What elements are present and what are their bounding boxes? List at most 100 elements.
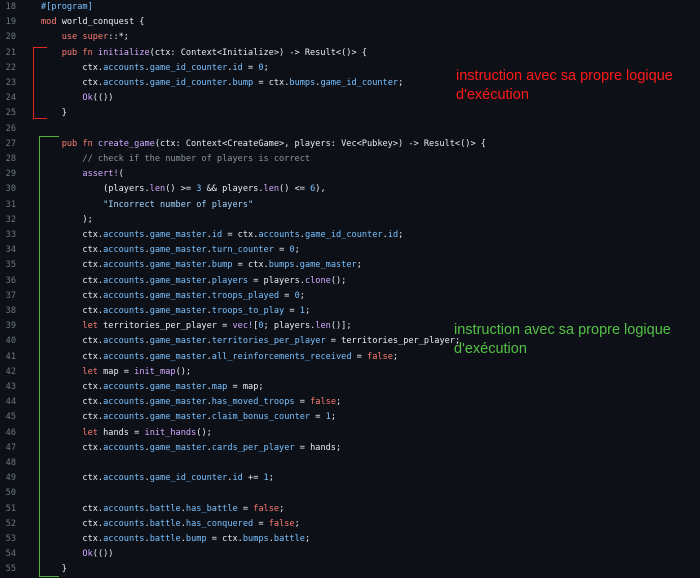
code-token: accounts — [103, 382, 145, 392]
line-number: 28 — [5, 154, 16, 164]
code-token: Ok — [82, 549, 93, 560]
code-token: map = — [103, 366, 135, 377]
code-token: accounts — [103, 397, 145, 408]
code-token: ctx. — [41, 78, 104, 88]
code-token: ; — [398, 78, 404, 88]
code-token: ; — [330, 412, 337, 423]
code-token: = — [351, 351, 368, 362]
code-token: game_id_counter — [149, 78, 228, 88]
code-token: bumps — [268, 260, 295, 271]
code-token: accounts — [258, 230, 300, 240]
line-number: 32 — [5, 214, 16, 225]
line-number: 31 — [5, 199, 16, 210]
line-number: 19 — [5, 17, 16, 28]
code-line: 31 "Incorrect number of players" — [0, 198, 700, 213]
code-text: ctx.accounts.game_master.players = playe… — [41, 274, 346, 289]
code-token: = — [294, 397, 311, 408]
code-token: let — [82, 366, 104, 377]
code-token: ; — [392, 351, 399, 362]
code-text: ctx.accounts.game_master.all_reinforceme… — [41, 350, 398, 365]
code-line: 42 let map = init_map(); — [0, 365, 700, 380]
code-token: () >= — [165, 184, 197, 195]
code-token: bump — [185, 534, 207, 544]
code-token: id — [232, 62, 243, 73]
code-token: territories_per_player — [211, 336, 326, 347]
code-text: #[program] — [41, 0, 93, 15]
code-token: ; — [336, 397, 342, 408]
code-text: ctx.accounts.game_id_counter.id += 1; — [41, 471, 274, 486]
line-number: 29 — [5, 169, 16, 180]
code-line: 30 (players.len() >= 3 && players.len() … — [0, 182, 700, 197]
code-token: game_master — [149, 412, 207, 423]
line-number: 21 — [5, 47, 16, 58]
code-token: world_conquest { — [61, 17, 145, 28]
code-token: ; — [304, 534, 311, 544]
red-annotation: instruction avec sa propre logique d'exé… — [456, 68, 673, 103]
code-token: ; — [268, 473, 274, 484]
code-token: battle — [149, 518, 181, 529]
line-number: 51 — [5, 503, 16, 514]
code-line: 29 assert!( — [0, 167, 700, 182]
code-token: all_reinforcements_received — [211, 351, 352, 362]
code-text: ctx.accounts.game_id_counter.bump = ctx.… — [41, 76, 403, 91]
code-token: let — [82, 427, 104, 438]
code-token: ; — [294, 245, 300, 256]
code-line: 20 use super::*; — [0, 30, 700, 45]
code-line: 28 // check if the number of players is … — [0, 152, 700, 167]
code-line: 54 Ok(()) — [0, 547, 700, 562]
code-token: (()) — [92, 93, 114, 104]
code-token: has_battle — [185, 503, 238, 514]
code-token: len — [149, 184, 166, 195]
code-token: = ctx. — [232, 260, 269, 271]
code-text: (players.len() >= 3 && players.len() <= … — [41, 182, 326, 197]
code-line: 52 ctx.accounts.battle.has_conquered = f… — [0, 517, 700, 532]
code-token: = territories_per_player; — [325, 336, 461, 347]
code-line: 18 #[program] — [0, 0, 700, 15]
code-token: Ok — [82, 93, 93, 104]
line-number: 44 — [5, 397, 16, 408]
code-line: 53 ctx.accounts.battle.bump = ctx.bumps.… — [0, 532, 700, 547]
code-token: false — [268, 518, 295, 529]
code-text: ctx.accounts.game_master.claim_bonus_cou… — [41, 410, 336, 425]
code-token: battle — [149, 534, 181, 544]
code-token: init_hands — [144, 427, 197, 438]
code-token: // check if the number of players is cor… — [82, 154, 311, 164]
code-line: 36 ctx.accounts.game_master.players = pl… — [0, 274, 700, 289]
code-text: ctx.accounts.game_master.has_moved_troop… — [41, 395, 341, 410]
code-token: ; — [398, 230, 404, 240]
code-token: accounts — [103, 78, 145, 88]
line-number: 34 — [5, 245, 16, 256]
line-number: 53 — [5, 534, 16, 544]
line-number: 55 — [5, 564, 16, 575]
code-text: mod world_conquest { — [41, 15, 145, 30]
code-token: (); — [330, 275, 347, 286]
code-token: = — [310, 412, 326, 423]
code-text: // check if the number of players is cor… — [41, 152, 310, 167]
code-token: mod — [41, 17, 62, 28]
code-token: game_master — [149, 351, 207, 362]
code-text: ctx.accounts.game_master.troops_played =… — [41, 289, 305, 304]
code-token: game_master — [149, 336, 207, 347]
line-number: 42 — [5, 366, 16, 377]
line-number: 23 — [5, 78, 16, 88]
code-text: ctx.accounts.game_master.cards_per_playe… — [41, 441, 341, 456]
code-token: battle — [149, 503, 181, 514]
code-text: ctx.accounts.game_master.troops_to_play … — [41, 304, 310, 319]
code-text: ctx.accounts.battle.has_conquered = fals… — [41, 517, 299, 532]
code-text: let map = init_map(); — [41, 365, 191, 380]
line-number: 48 — [5, 458, 16, 468]
code-token: accounts — [103, 62, 145, 73]
code-line: 44 ctx.accounts.game_master.has_moved_tr… — [0, 395, 700, 410]
code-token: game_master — [149, 442, 207, 453]
line-number: 33 — [5, 230, 16, 240]
code-line: 49 ctx.accounts.game_id_counter.id += 1; — [0, 471, 700, 486]
code-text: use super::*; — [41, 30, 129, 45]
code-token: = — [253, 518, 269, 529]
code-token: = map; — [227, 382, 264, 392]
code-text: ctx.accounts.game_master.bump = ctx.bump… — [41, 258, 362, 273]
code-token: = — [279, 290, 295, 301]
code-token: create_game — [97, 138, 155, 149]
code-line: 46 let hands = init_hands(); — [0, 426, 700, 441]
code-token: len — [263, 184, 280, 195]
code-token: (); — [175, 366, 192, 377]
